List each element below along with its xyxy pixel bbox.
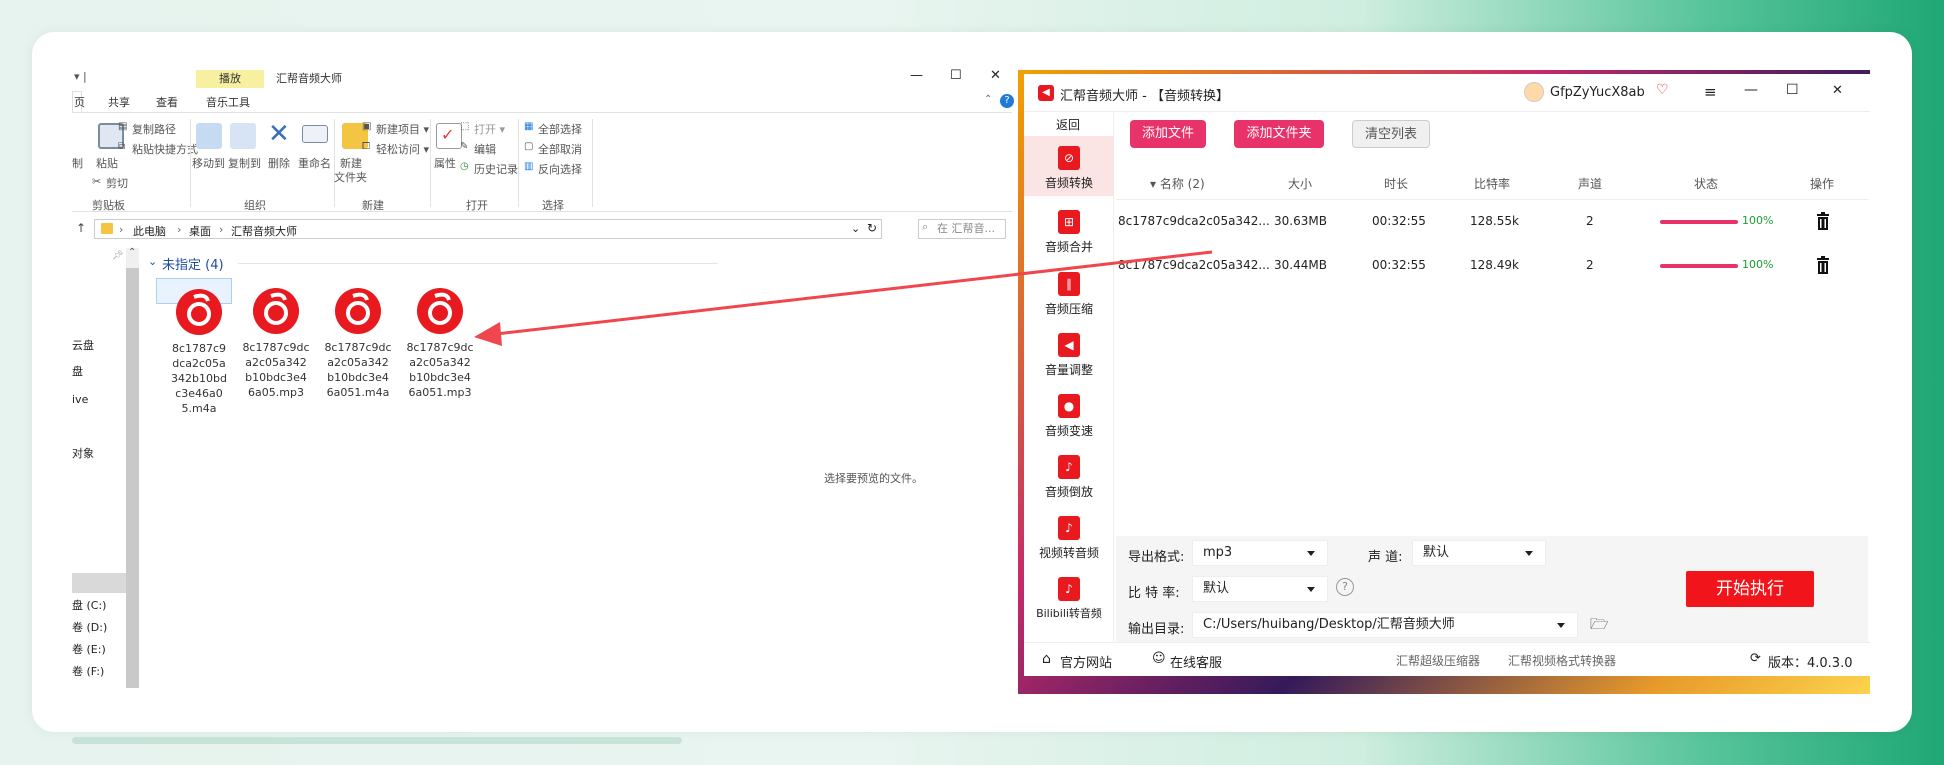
arrow-head-icon bbox=[474, 322, 502, 346]
annotation-arrow bbox=[474, 250, 1213, 346]
arrow-line bbox=[495, 250, 1213, 336]
